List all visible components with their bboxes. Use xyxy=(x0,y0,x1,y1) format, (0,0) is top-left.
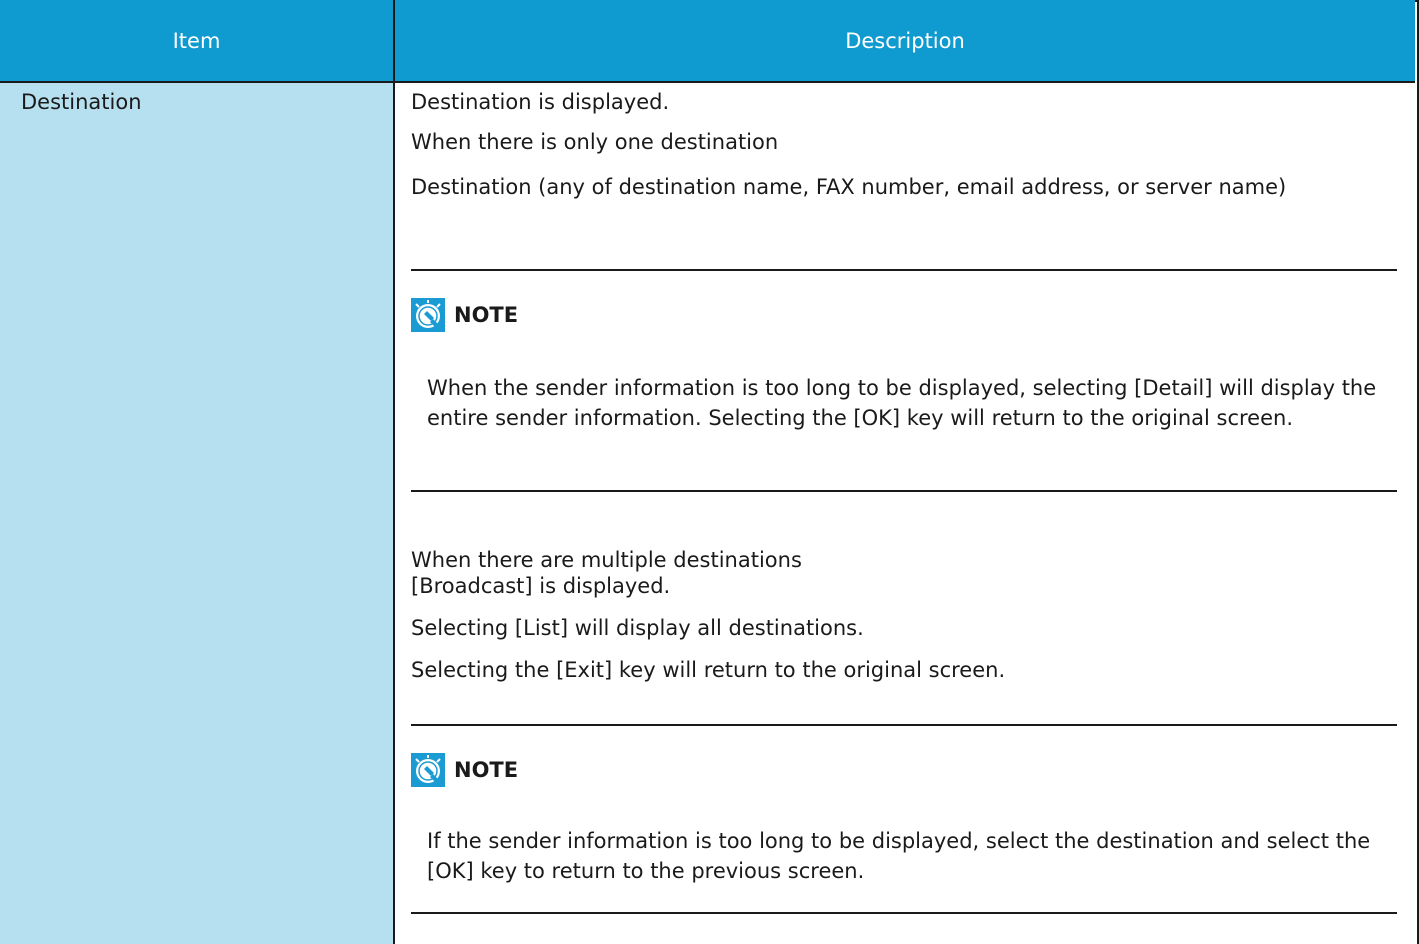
note-1-heading: NOTE xyxy=(411,297,518,333)
header-item: Item xyxy=(172,28,221,53)
note-2-label: NOTE xyxy=(454,758,519,782)
note-1-label: NOTE xyxy=(454,303,519,327)
item-cell xyxy=(0,83,393,944)
lightbulb-hand-icon xyxy=(411,753,445,787)
note-1-top-rule xyxy=(411,269,1397,271)
lightbulb-hand-icon xyxy=(411,298,445,332)
desc-line-exit: Selecting the [Exit] key will return to … xyxy=(411,658,1006,682)
note-2-text: If the sender information is too long to… xyxy=(427,829,1371,883)
note-2-heading: NOTE xyxy=(411,752,518,788)
desc-line-broadcast: [Broadcast] is displayed. xyxy=(411,574,671,598)
header-description: Description xyxy=(845,28,965,53)
desc-line-single-destination: When there is only one destination xyxy=(411,130,779,154)
note-1-bottom-rule xyxy=(411,490,1397,492)
desc-line-destination-displayed: Destination is displayed. xyxy=(411,90,670,114)
desc-line-list: Selecting [List] will display all destin… xyxy=(411,616,864,640)
column-divider xyxy=(393,0,395,944)
item-name: Destination xyxy=(21,90,142,114)
note-1-text: When the sender information is too long … xyxy=(427,376,1377,430)
table-header-row: Item Description xyxy=(0,0,1415,83)
note-2-bottom-rule xyxy=(411,912,1397,914)
desc-line-destination-types: Destination (any of destination name, FA… xyxy=(411,175,1287,199)
note-2-top-rule xyxy=(411,724,1397,726)
